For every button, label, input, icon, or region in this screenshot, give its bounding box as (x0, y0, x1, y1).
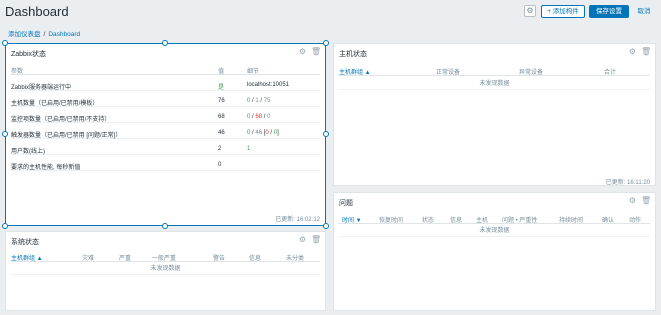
column-actions: 动作 (629, 218, 642, 224)
column-param: 参数 (11, 69, 24, 75)
resize-handle-top-left[interactable] (2, 40, 8, 46)
resize-handle-bottom[interactable] (162, 223, 168, 229)
table-row: 监控项数量（已启用/已禁用/不支持） 68 0 / 68 / 0 (11, 110, 320, 123)
table-header: 时间 ▼ 恢复时间 状态 信息 主机 问题 • 严重性 持续时间 确认 动作 (339, 212, 650, 224)
column-recovery-time: 恢复时间 (379, 218, 404, 224)
resize-handle-left[interactable] (2, 131, 8, 137)
column-info: 信息 (450, 218, 463, 224)
page-title: Dashboard (5, 4, 69, 19)
breadcrumb-current[interactable]: Dashboard (48, 31, 80, 38)
column-ack: 确认 (602, 218, 615, 224)
resize-handle-top-right[interactable] (323, 40, 329, 46)
column-warning: 警告 (213, 256, 226, 262)
widget-title: 系统状态 (11, 239, 39, 246)
gear-icon[interactable]: ⚙ (628, 47, 637, 56)
column-host: 主机 (476, 218, 489, 224)
add-widget-button[interactable]: + 添加构件 (541, 5, 585, 18)
column-host-group[interactable]: 主机群组 ▲ (11, 253, 43, 262)
column-info: 信息 (249, 256, 262, 262)
table-header: 参数 值 细节 (11, 63, 320, 75)
column-average: 一般严重 (152, 256, 177, 262)
no-data-message: 未发现数据 (339, 78, 650, 90)
table-row: Zabbix服务器端运行中 是 localhost:10051 (11, 78, 320, 91)
page-header: Dashboard ⚙ + 添加构件 保存设置 取消 (0, 0, 661, 24)
breadcrumb-parent[interactable]: 添加仪表盘 (8, 31, 41, 38)
gear-icon: ⚙ (526, 6, 534, 15)
table-header: 主机群组 ▲ 正常设备 异常设备 合计 (339, 64, 650, 76)
column-host-group[interactable]: 主机群组 ▲ (339, 67, 371, 76)
column-detail: 细节 (247, 69, 260, 75)
host-status-widget[interactable]: 主机状态 ⚙ 🗑 主机群组 ▲ 正常设备 异常设备 合计 未发现数据 已更新: … (333, 43, 656, 186)
widget-title: Zabbix状态 (11, 51, 47, 58)
resize-handle-right[interactable] (323, 131, 329, 137)
gear-icon[interactable]: ⚙ (298, 235, 307, 244)
column-problem: 异常设备 (519, 70, 544, 76)
column-disaster: 灾难 (82, 256, 95, 262)
resize-handle-top[interactable] (162, 40, 168, 46)
table-row: 要求的主机性能, 每秒新值 0 (11, 158, 320, 171)
widget-title: 问题 (339, 200, 353, 207)
widget-title: 主机状态 (339, 51, 367, 58)
no-data-message: 未发现数据 (11, 263, 320, 275)
gear-icon[interactable]: ⚙ (298, 47, 307, 56)
column-value: 值 (218, 69, 225, 75)
dashboard-settings-button[interactable]: ⚙ (524, 5, 536, 17)
table-row: 触发器数量（已启用/已禁用 [问题/正常]） 46 0 / 46 [0 / 0] (11, 126, 320, 139)
cancel-button[interactable]: 取消 (632, 5, 656, 18)
trash-icon[interactable]: 🗑 (311, 235, 321, 244)
column-ok: 正常设备 (436, 70, 461, 76)
system-status-widget[interactable]: 系统状态 ⚙ 🗑 主机群组 ▲ 灾难 严重 一般严重 警告 信息 未分类 未发现… (5, 231, 326, 311)
table-row: 主机数量（已启用/已禁用/模板） 76 0 / 1 / 75 (11, 94, 320, 107)
last-updated: 已更新: 16:11:20 (605, 180, 650, 186)
table-header: 主机群组 ▲ 灾难 严重 一般严重 警告 信息 未分类 (11, 250, 320, 262)
column-problem-severity: 问题 • 严重性 (502, 218, 538, 224)
problems-widget[interactable]: 问题 ⚙ 🗑 时间 ▼ 恢复时间 状态 信息 主机 问题 • 严重性 持续时间 … (333, 192, 656, 311)
gear-icon[interactable]: ⚙ (628, 196, 637, 205)
column-time[interactable]: 时间 ▼ (342, 215, 362, 224)
table-row: 用户数(线上) 2 1 (11, 142, 320, 155)
column-duration: 持续时间 (559, 218, 584, 224)
zabbix-status-widget[interactable]: Zabbix状态 ⚙ 🗑 参数 值 细节 Zabbix服务器端运行中 是 loc… (5, 43, 326, 226)
column-unclassified: 未分类 (286, 256, 305, 262)
trash-icon[interactable]: 🗑 (641, 196, 651, 205)
save-button[interactable]: 保存设置 (589, 5, 629, 18)
breadcrumb: 添加仪表盘 / Dashboard (8, 31, 81, 38)
column-total: 合计 (604, 70, 617, 76)
column-status: 状态 (422, 218, 435, 224)
resize-handle-bottom-left[interactable] (2, 223, 8, 229)
resize-handle-bottom-right[interactable] (323, 223, 329, 229)
trash-icon[interactable]: 🗑 (311, 47, 321, 56)
trash-icon[interactable]: 🗑 (641, 47, 651, 56)
column-high: 严重 (119, 256, 132, 262)
no-data-message: 未发现数据 (339, 225, 650, 237)
last-updated: 已更新: 16:02:12 (275, 217, 320, 223)
